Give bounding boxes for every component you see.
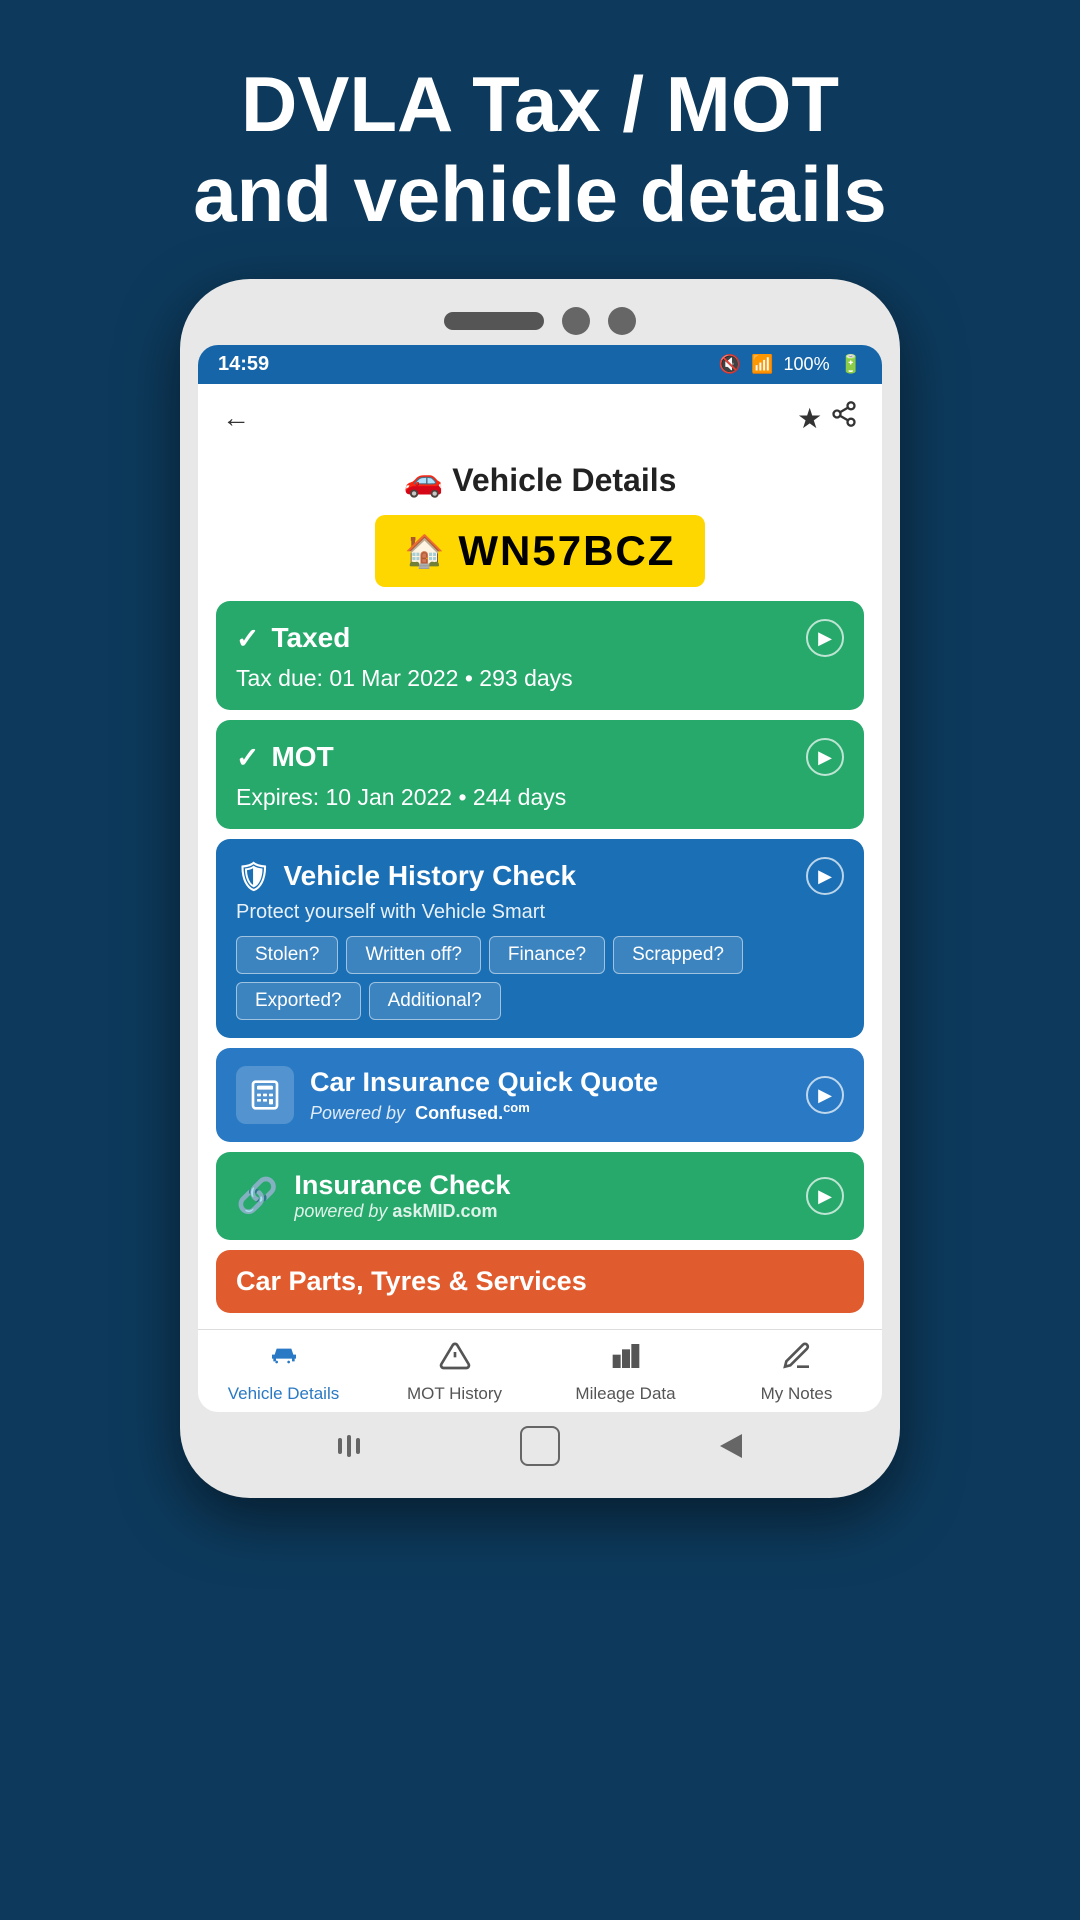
mot-subtitle: Expires: 10 Jan 2022 • 244 days bbox=[236, 784, 844, 811]
phone-btn-recents[interactable] bbox=[338, 1435, 360, 1457]
taxed-subtitle: Tax due: 01 Mar 2022 • 293 days bbox=[236, 665, 844, 692]
car-insurance-text: Car Insurance Quick Quote Powered by Con… bbox=[310, 1067, 658, 1124]
history-check-description: Protect yourself with Vehicle Smart bbox=[236, 901, 844, 924]
mot-card[interactable]: ✓ MOT ▶ Expires: 10 Jan 2022 • 244 days bbox=[216, 720, 864, 829]
link-icon: 🔗 bbox=[236, 1176, 278, 1216]
status-icons: 🔇 📶 100% 🔋 bbox=[719, 354, 862, 375]
check-icon-mot: ✓ bbox=[236, 741, 259, 774]
nav-mileage-data-icon bbox=[610, 1340, 642, 1380]
nav-vehicle-details-icon bbox=[268, 1340, 300, 1380]
mot-title: ✓ MOT bbox=[236, 741, 334, 774]
app-header: ← ★ bbox=[198, 384, 882, 451]
nav-my-notes-label: My Notes bbox=[761, 1384, 833, 1404]
insurance-check-arrow[interactable]: ▶ bbox=[806, 1177, 844, 1215]
insurance-check-subtitle: powered by askMID.com bbox=[294, 1201, 510, 1222]
back-button[interactable]: ← bbox=[222, 402, 250, 434]
history-check-card[interactable]: 🛡 Vehicle History Check ▶ Protect yourse… bbox=[216, 839, 864, 1038]
page-header: DVLA Tax / MOT and vehicle details bbox=[153, 0, 927, 279]
phone-frame: 14:59 🔇 📶 100% 🔋 ← ★ bbox=[180, 279, 900, 1498]
car-insurance-card[interactable]: Car Insurance Quick Quote Powered by Con… bbox=[216, 1048, 864, 1142]
header-line1: DVLA Tax / MOT bbox=[241, 60, 839, 148]
battery-text: 100% bbox=[784, 354, 830, 375]
vehicle-details-title-section: 🚗 Vehicle Details bbox=[216, 451, 864, 515]
nav-my-notes[interactable]: My Notes bbox=[711, 1340, 882, 1404]
history-check-arrow[interactable]: ▶ bbox=[806, 857, 844, 895]
phone-screen: 14:59 🔇 📶 100% 🔋 ← ★ bbox=[198, 345, 882, 1412]
phone-notch bbox=[198, 307, 882, 335]
confused-dot: com bbox=[503, 1100, 530, 1115]
nav-mileage-data-label: Mileage Data bbox=[575, 1384, 675, 1404]
insurance-check-card[interactable]: 🔗 Insurance Check powered by askMID.com … bbox=[216, 1152, 864, 1240]
tag-finance[interactable]: Finance? bbox=[489, 936, 605, 974]
calculator-icon bbox=[236, 1066, 294, 1124]
car-parts-card[interactable]: Car Parts, Tyres & Services bbox=[216, 1250, 864, 1313]
phone-btn-back[interactable] bbox=[720, 1434, 742, 1458]
powered-by-label: Powered by bbox=[310, 1103, 405, 1123]
phone-bottom-buttons bbox=[198, 1412, 882, 1476]
phone-camera-1 bbox=[562, 307, 590, 335]
car-parts-title: Car Parts, Tyres & Services bbox=[236, 1266, 587, 1297]
plate-garage-icon: 🏠 bbox=[405, 532, 445, 570]
tag-exported[interactable]: Exported? bbox=[236, 982, 361, 1020]
nav-vehicle-details-label: Vehicle Details bbox=[228, 1384, 340, 1404]
tag-stolen[interactable]: Stolen? bbox=[236, 936, 338, 974]
tag-scrapped[interactable]: Scrapped? bbox=[613, 936, 743, 974]
nav-mot-history[interactable]: MOT History bbox=[369, 1340, 540, 1404]
license-plate[interactable]: 🏠 WN57BCZ bbox=[375, 515, 706, 587]
share-button[interactable]: ★ bbox=[797, 400, 858, 435]
tag-written-off[interactable]: Written off? bbox=[346, 936, 480, 974]
mot-arrow[interactable]: ▶ bbox=[806, 738, 844, 776]
shield-icon: 🛡 bbox=[236, 860, 272, 893]
car-insurance-subtitle: Powered by Confused.com bbox=[310, 1100, 658, 1124]
battery-icon: 🔋 bbox=[840, 354, 862, 375]
wifi-icon: 📶 bbox=[751, 354, 773, 375]
car-insurance-arrow[interactable]: ▶ bbox=[806, 1076, 844, 1114]
history-check-title: 🛡 Vehicle History Check bbox=[236, 860, 576, 893]
nav-my-notes-icon bbox=[781, 1340, 813, 1380]
phone-btn-home[interactable] bbox=[520, 1426, 560, 1466]
check-icon-taxed: ✓ bbox=[236, 622, 259, 655]
insurance-check-text: Insurance Check powered by askMID.com bbox=[294, 1170, 510, 1222]
taxed-card[interactable]: ✓ Taxed ▶ Tax due: 01 Mar 2022 • 293 day… bbox=[216, 601, 864, 710]
taxed-title: ✓ Taxed bbox=[236, 622, 350, 655]
insurance-check-title: Insurance Check bbox=[294, 1170, 510, 1201]
phone-camera-2 bbox=[608, 307, 636, 335]
tag-additional[interactable]: Additional? bbox=[369, 982, 501, 1020]
header-line2: and vehicle details bbox=[193, 150, 887, 238]
taxed-arrow[interactable]: ▶ bbox=[806, 619, 844, 657]
license-plate-container: 🏠 WN57BCZ bbox=[216, 515, 864, 587]
askmid-brand: askMID.com bbox=[392, 1201, 497, 1221]
vehicle-details-title: 🚗 Vehicle Details bbox=[216, 461, 864, 499]
app-content: 🚗 Vehicle Details 🏠 WN57BCZ ✓ Taxed bbox=[198, 451, 882, 1329]
confused-brand: Confused.com bbox=[415, 1103, 530, 1123]
nav-mot-history-label: MOT History bbox=[407, 1384, 502, 1404]
status-bar: 14:59 🔇 📶 100% 🔋 bbox=[198, 345, 882, 384]
mute-icon: 🔇 bbox=[719, 354, 741, 375]
status-time: 14:59 bbox=[218, 353, 269, 376]
plate-number: WN57BCZ bbox=[458, 527, 675, 575]
nav-mot-history-icon bbox=[439, 1340, 471, 1380]
nav-vehicle-details[interactable]: Vehicle Details bbox=[198, 1340, 369, 1404]
phone-speaker bbox=[444, 312, 544, 330]
bottom-nav: Vehicle Details MOT History bbox=[198, 1329, 882, 1412]
history-check-tags: Stolen? Written off? Finance? Scrapped? … bbox=[236, 936, 844, 1020]
car-insurance-inner: Car Insurance Quick Quote Powered by Con… bbox=[236, 1066, 658, 1124]
car-insurance-title: Car Insurance Quick Quote bbox=[310, 1067, 658, 1098]
nav-mileage-data[interactable]: Mileage Data bbox=[540, 1340, 711, 1404]
insurance-check-inner: 🔗 Insurance Check powered by askMID.com bbox=[236, 1170, 510, 1222]
